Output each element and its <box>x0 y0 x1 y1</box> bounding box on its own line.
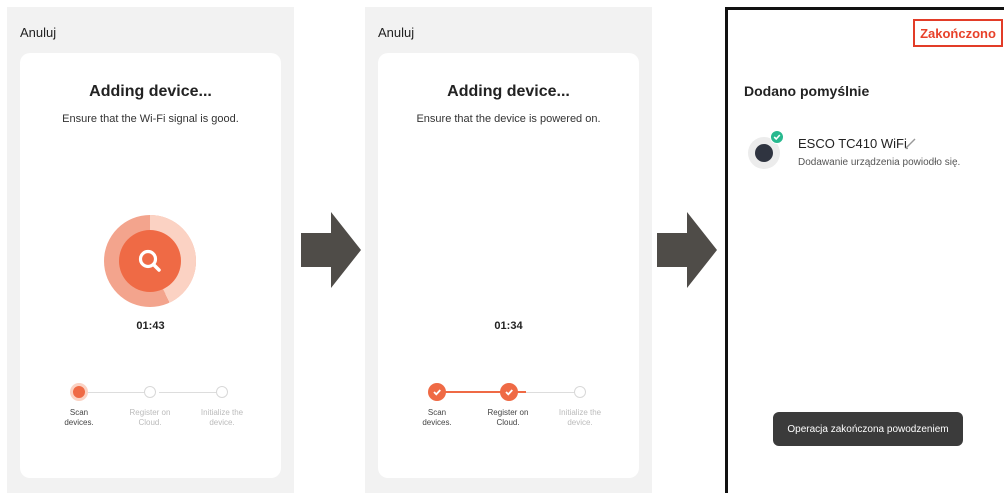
screen-device-added: Zakończono Dodano pomyślnie ESCO TC410 W… <box>725 7 1004 493</box>
hint-text: Ensure that the device is powered on. <box>416 113 601 125</box>
screen-adding-device-scan: Anuluj Adding device... Ensure that the … <box>7 7 294 493</box>
step-label-scan: Scan devices. <box>402 408 472 428</box>
step-label-initialize: Initialize the device. <box>187 408 257 428</box>
step-label-register: Register on Cloud. <box>473 408 543 428</box>
check-icon <box>428 383 446 401</box>
screen-adding-device-register: Anuluj Adding device... Ensure that the … <box>365 7 652 493</box>
page-title: Adding device... <box>89 83 212 100</box>
device-status-text: Dodawanie urządzenia powiodło się. <box>798 157 961 168</box>
countdown-timer: 01:43 <box>136 320 165 332</box>
step-label-line: devices. <box>422 418 452 427</box>
step-dot-pending <box>216 386 228 398</box>
step-label-line: Initialize the <box>558 408 602 417</box>
step-label-scan: Scan devices. <box>44 408 114 428</box>
scan-progress-ring <box>104 215 196 307</box>
hint-text: Ensure that the Wi-Fi signal is good. <box>62 113 239 125</box>
step-indicator: Scan devices. Register on Cloud. Initial… <box>378 383 639 443</box>
toast-message: Operacja zakończona powodzeniem <box>773 412 963 446</box>
step-label-initialize: Initialize the device. <box>545 408 615 428</box>
step-label-line: Register on <box>129 408 171 417</box>
countdown-timer: 01:34 <box>494 320 523 332</box>
step-label-line: devices. <box>64 418 94 427</box>
step-label-line: device. <box>209 418 235 427</box>
step-connector <box>526 392 576 393</box>
page-title: Adding device... <box>447 83 570 100</box>
right-arrow-icon <box>301 212 361 288</box>
thermostat-icon <box>755 144 773 162</box>
check-icon <box>500 383 518 401</box>
step-dot-pending <box>144 386 156 398</box>
step-dot-pending <box>574 386 586 398</box>
progress-card: Adding device... Ensure that the Wi-Fi s… <box>20 53 281 478</box>
done-button[interactable]: Zakończono <box>913 19 1003 47</box>
cancel-button[interactable]: Anuluj <box>20 25 56 40</box>
device-list-item[interactable]: ESCO TC410 WiFi Dodawanie urządzenia pow… <box>748 130 998 180</box>
step-label-line: device. <box>567 418 593 427</box>
step-connector <box>88 392 150 393</box>
right-arrow-icon <box>657 212 717 288</box>
step-dot-current <box>70 383 88 401</box>
pencil-icon[interactable] <box>904 136 918 150</box>
step-label-line: Initialize the <box>200 408 244 417</box>
progress-card: Adding device... Ensure that the device … <box>378 53 639 478</box>
step-label-line: Cloud. <box>496 418 520 427</box>
check-icon <box>770 130 784 144</box>
search-icon <box>119 230 181 292</box>
step-label-line: Cloud. <box>138 418 162 427</box>
step-label-line: Scan <box>69 408 89 417</box>
page-title: Dodano pomyślnie <box>744 83 870 99</box>
cancel-button[interactable]: Anuluj <box>378 25 414 40</box>
step-label-line: Register on <box>487 408 529 417</box>
step-indicator: Scan devices. Register on Cloud. Initial… <box>20 383 281 443</box>
device-name: ESCO TC410 WiFi <box>798 136 907 151</box>
step-label-line: Scan <box>427 408 447 417</box>
step-connector <box>159 392 221 393</box>
step-label-register: Register on Cloud. <box>115 408 185 428</box>
